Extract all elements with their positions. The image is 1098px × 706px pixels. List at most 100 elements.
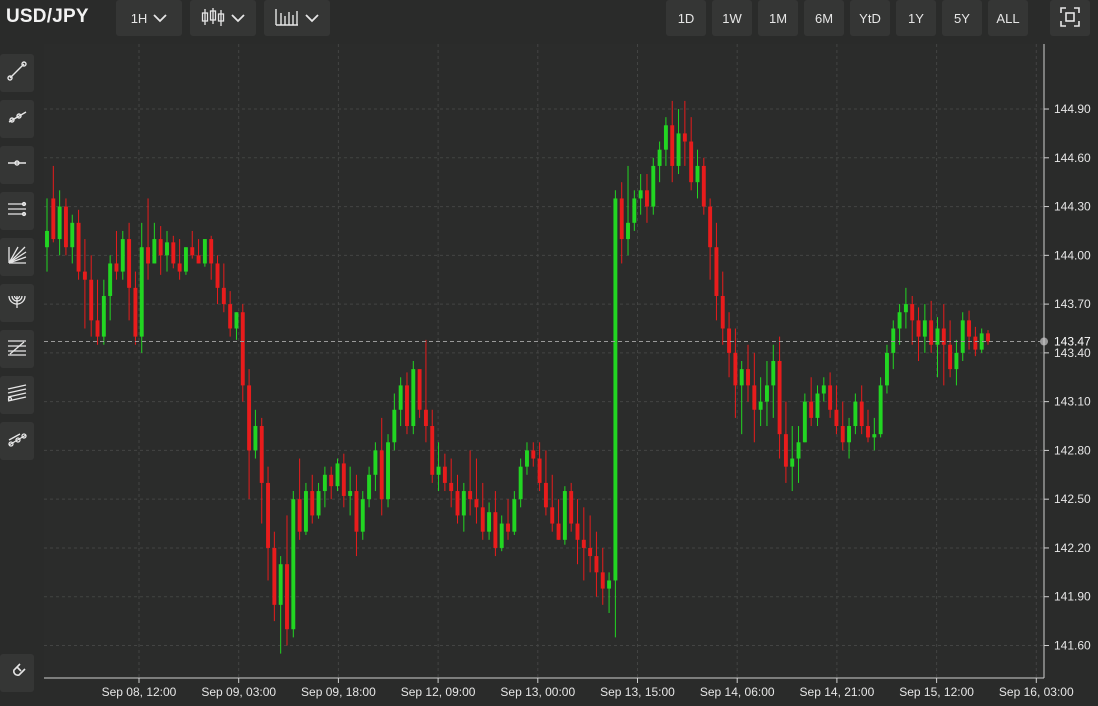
- y-tick-label: 144.90: [1054, 102, 1091, 116]
- candle-body: [613, 198, 618, 581]
- candle-body: [278, 564, 283, 605]
- candle-body: [379, 450, 384, 500]
- candle-body: [525, 450, 529, 467]
- candle-body: [411, 369, 416, 427]
- candle-body: [297, 499, 302, 532]
- candle-body: [809, 401, 814, 418]
- y-tick-label: 144.60: [1054, 151, 1091, 165]
- candle-body: [120, 239, 125, 272]
- y-tick-label: 142.50: [1054, 492, 1091, 506]
- candle-body: [405, 385, 409, 427]
- candle-body: [329, 474, 334, 487]
- candle-body: [733, 352, 738, 386]
- candle-body: [840, 426, 845, 443]
- candle-body: [651, 165, 656, 207]
- x-tick-label: Sep 09, 03:00: [201, 685, 276, 699]
- candle-body: [790, 458, 795, 467]
- candle-body: [51, 198, 56, 240]
- candle-body: [360, 499, 365, 532]
- candle-body: [171, 242, 176, 264]
- candle-body: [234, 312, 239, 329]
- x-tick-label: Sep 12, 09:00: [401, 685, 476, 699]
- candle-body: [562, 491, 567, 540]
- candle-body: [436, 466, 441, 475]
- candle-body: [739, 369, 744, 386]
- x-tick-label: Sep 08, 12:00: [102, 685, 177, 699]
- candle-body: [70, 222, 75, 248]
- candle-body: [866, 426, 870, 438]
- candle-body: [183, 247, 188, 272]
- candle-body: [897, 312, 902, 329]
- candle-body: [253, 426, 258, 451]
- candle-body: [891, 328, 896, 353]
- candle-body: [190, 247, 195, 256]
- candle-body: [89, 279, 94, 321]
- candle-body: [45, 230, 49, 248]
- candle: [335, 458, 340, 492]
- candle-body: [727, 328, 732, 353]
- candle-body: [127, 239, 132, 288]
- candle-body: [196, 255, 201, 264]
- candle: [562, 486, 567, 545]
- candle-body: [423, 409, 428, 427]
- candle-body: [594, 556, 599, 573]
- price-chart[interactable]: 141.60 141.90 142.20 142.50 142.80 143.10 143.…: [0, 0, 1098, 706]
- candle-body: [493, 512, 498, 548]
- y-tick-label: 142.20: [1054, 541, 1091, 555]
- candle-body: [708, 206, 713, 248]
- candle-body: [76, 222, 81, 272]
- x-tick-label: Sep 14, 21:00: [800, 685, 875, 699]
- candle-body: [834, 409, 839, 427]
- candle-body: [758, 401, 763, 410]
- candle-body: [108, 263, 113, 296]
- plot-area: [44, 44, 1044, 678]
- candle-body: [941, 328, 946, 345]
- candle-body: [670, 125, 675, 166]
- candle-body: [645, 190, 649, 207]
- candle-body: [461, 491, 466, 516]
- candle-body: [310, 491, 315, 516]
- candle-body: [954, 352, 959, 370]
- candle-body: [581, 539, 586, 548]
- candle-body: [266, 482, 270, 548]
- candle-body: [689, 141, 694, 183]
- candle-body: [910, 304, 915, 321]
- candle-body: [133, 287, 138, 337]
- candle: [386, 434, 390, 508]
- candle-body: [802, 401, 807, 443]
- candle-body: [221, 287, 226, 305]
- candle-body: [474, 499, 479, 508]
- candle-body: [701, 165, 706, 207]
- candle-body: [101, 295, 106, 337]
- candle-body: [752, 385, 757, 410]
- candle-body: [657, 149, 662, 166]
- candle: [651, 157, 656, 215]
- candle-body: [986, 333, 990, 342]
- candle-body: [114, 263, 119, 272]
- candle-body: [967, 320, 972, 337]
- candle-body: [872, 434, 877, 438]
- candle-body: [63, 206, 68, 248]
- candle-body: [272, 547, 277, 605]
- candle-body: [828, 385, 833, 410]
- candle-body: [291, 499, 296, 630]
- candle-body: [859, 401, 864, 427]
- candle-body: [537, 458, 542, 483]
- candle-body: [348, 491, 353, 496]
- candle-body: [695, 165, 700, 183]
- y-tick-label: 144.30: [1054, 200, 1091, 214]
- y-tick-label: 141.90: [1054, 590, 1091, 604]
- candle-body: [556, 523, 561, 540]
- candle-body: [916, 320, 921, 337]
- candle-body: [430, 426, 435, 475]
- candle-body: [341, 463, 346, 496]
- candle-body: [335, 463, 340, 487]
- candle-body: [518, 466, 523, 500]
- candle-body: [209, 239, 214, 264]
- candle: [701, 157, 706, 215]
- candle-body: [663, 125, 668, 150]
- candle-body: [575, 523, 580, 540]
- candle-body: [720, 295, 725, 329]
- candle-body: [165, 242, 169, 256]
- candle-body: [455, 491, 460, 516]
